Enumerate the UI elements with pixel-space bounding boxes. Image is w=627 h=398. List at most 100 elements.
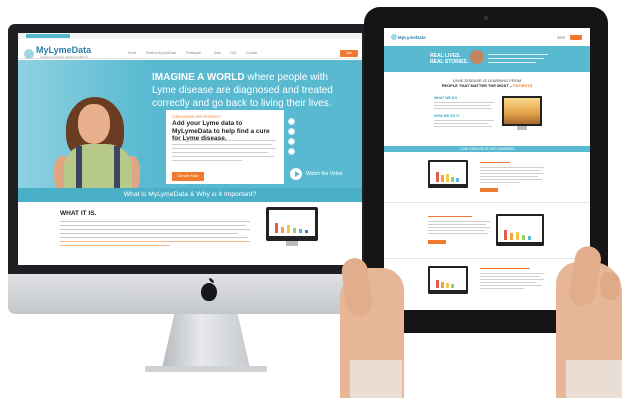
text-line xyxy=(428,221,490,223)
tablet-numbers-band: LYME DISEASE IS OUR NUMBERS xyxy=(384,146,590,152)
body-text-line xyxy=(60,221,250,223)
tablet-section-what: WHAT WE DO xyxy=(434,96,458,100)
nav-item-participate[interactable]: Participate xyxy=(186,51,201,55)
chart-bar xyxy=(456,178,459,182)
tablet-logo[interactable]: MyLymeData xyxy=(398,35,426,40)
chart-bar xyxy=(522,235,525,240)
text-line xyxy=(480,288,524,290)
imac-screen: MyLymeData a patient-powered research pl… xyxy=(18,33,362,265)
body-link-line[interactable] xyxy=(60,245,170,247)
row-heading xyxy=(480,268,530,270)
learn-more-button[interactable] xyxy=(428,240,446,244)
text-line xyxy=(480,276,540,278)
text-line xyxy=(434,120,494,122)
tablet-navbar: MyLymeData xyxy=(384,28,590,46)
sunset-monitor-stand xyxy=(517,126,527,130)
tablet-hero: REAL LIVES. REAL STORIES. xyxy=(384,46,590,72)
body-link-line[interactable] xyxy=(60,241,250,243)
utility-tab[interactable] xyxy=(26,34,70,38)
tablet-hero-title-line2: REAL STORIES. xyxy=(430,59,469,65)
nav-item-home[interactable]: Home xyxy=(128,51,137,55)
twitter-icon[interactable] xyxy=(288,128,295,135)
imac-stand xyxy=(162,314,250,368)
chart-bar xyxy=(299,229,302,233)
share-icon[interactable] xyxy=(288,148,295,155)
text-line xyxy=(480,176,538,178)
tablet-hero-title: REAL LIVES. REAL STORIES. xyxy=(430,53,468,65)
hero-callout-card: LYMEDISEASE.ORG PRESENTS Add your Lyme d… xyxy=(166,110,284,184)
chart-bar xyxy=(451,177,454,182)
text-line xyxy=(428,230,484,232)
desktop-navbar: MyLymeData a patient-powered research pl… xyxy=(18,39,362,59)
tablet-intro-accent: PATIENTS xyxy=(513,83,533,88)
text-line xyxy=(480,167,544,169)
text-line xyxy=(480,173,544,175)
text-line xyxy=(480,279,544,281)
what-is-band: What is MyLymeData & Why is it Important… xyxy=(18,188,362,202)
right-finger xyxy=(600,272,620,300)
backpack-strap-right xyxy=(114,146,120,188)
tablet-intro-line2: PEOPLE THAT MATTER THE MOST – xyxy=(441,83,514,88)
join-button[interactable]: Join xyxy=(340,50,358,57)
backpack-strap-left xyxy=(76,146,82,188)
card-text-line xyxy=(172,152,268,154)
learn-more-button[interactable] xyxy=(480,188,498,192)
nav-item-what-is[interactable]: What is MyLymeData xyxy=(146,51,176,55)
text-line xyxy=(428,233,488,235)
body-text-line xyxy=(60,225,246,227)
left-sleeve xyxy=(350,360,402,398)
nav-item-faq[interactable]: FAQ xyxy=(230,51,236,55)
chart-bar xyxy=(441,282,444,288)
body-text-line xyxy=(60,237,248,239)
chart-bar xyxy=(510,233,513,240)
row-heading xyxy=(480,162,510,164)
body-text-line xyxy=(60,233,238,235)
text-line xyxy=(434,105,490,107)
tablet-menu-button[interactable] xyxy=(570,35,582,40)
email-icon[interactable] xyxy=(288,138,295,145)
nav-item-data[interactable]: Data xyxy=(214,51,221,55)
desktop-logo[interactable]: MyLymeData xyxy=(36,45,91,55)
apple-logo-icon xyxy=(201,283,217,301)
imac-chin xyxy=(8,274,370,314)
row-divider xyxy=(384,258,590,259)
chart-bar xyxy=(281,227,284,233)
text-line xyxy=(428,227,490,229)
hero-headline: IMAGINE A WORLD where people with Lyme d… xyxy=(152,71,352,110)
play-icon xyxy=(295,171,300,177)
imac-stand-foot xyxy=(145,366,267,372)
card-text-line xyxy=(172,144,272,146)
section-title: WHAT IT IS. xyxy=(60,210,97,217)
chart-bar xyxy=(504,230,507,240)
hero-text-line xyxy=(488,58,544,60)
text-line xyxy=(480,273,544,275)
desktop-hero: IMAGINE A WORLD where people with Lyme d… xyxy=(18,60,362,188)
chart-bar xyxy=(275,223,278,233)
chart-bar xyxy=(293,228,296,233)
watch-video-link[interactable]: Watch the Video xyxy=(306,171,342,177)
tablet-intro: LYME DISEASE IS LEARNING FROM PEOPLE THA… xyxy=(384,78,590,88)
chart-bar xyxy=(516,232,519,240)
text-line xyxy=(434,108,492,110)
chart-bar xyxy=(451,284,454,288)
row-heading xyxy=(428,216,472,218)
card-text-line xyxy=(172,160,242,162)
right-sleeve xyxy=(566,360,622,398)
card-text-line xyxy=(172,140,276,142)
row-divider xyxy=(384,202,590,203)
tablet-search-icon[interactable] xyxy=(557,36,565,39)
hero-text-line xyxy=(488,54,548,56)
facebook-icon[interactable] xyxy=(288,118,295,125)
tablet-logo-mark-icon xyxy=(391,34,397,40)
hero-headline-lead: IMAGINE A WORLD xyxy=(152,72,245,83)
text-line xyxy=(480,182,520,184)
donate-button[interactable]: Donate Now xyxy=(172,172,204,181)
nav-item-contact[interactable]: Contact xyxy=(246,51,257,55)
desktop-tagline: a patient-powered research platform xyxy=(40,55,89,59)
chart-bar xyxy=(287,225,290,233)
text-line xyxy=(434,123,488,125)
chart-monitor-stand xyxy=(286,241,298,246)
tablet-hero-avatar xyxy=(470,50,484,64)
desktop-body-section: WHAT IT IS. xyxy=(18,202,362,265)
text-line xyxy=(480,170,540,172)
